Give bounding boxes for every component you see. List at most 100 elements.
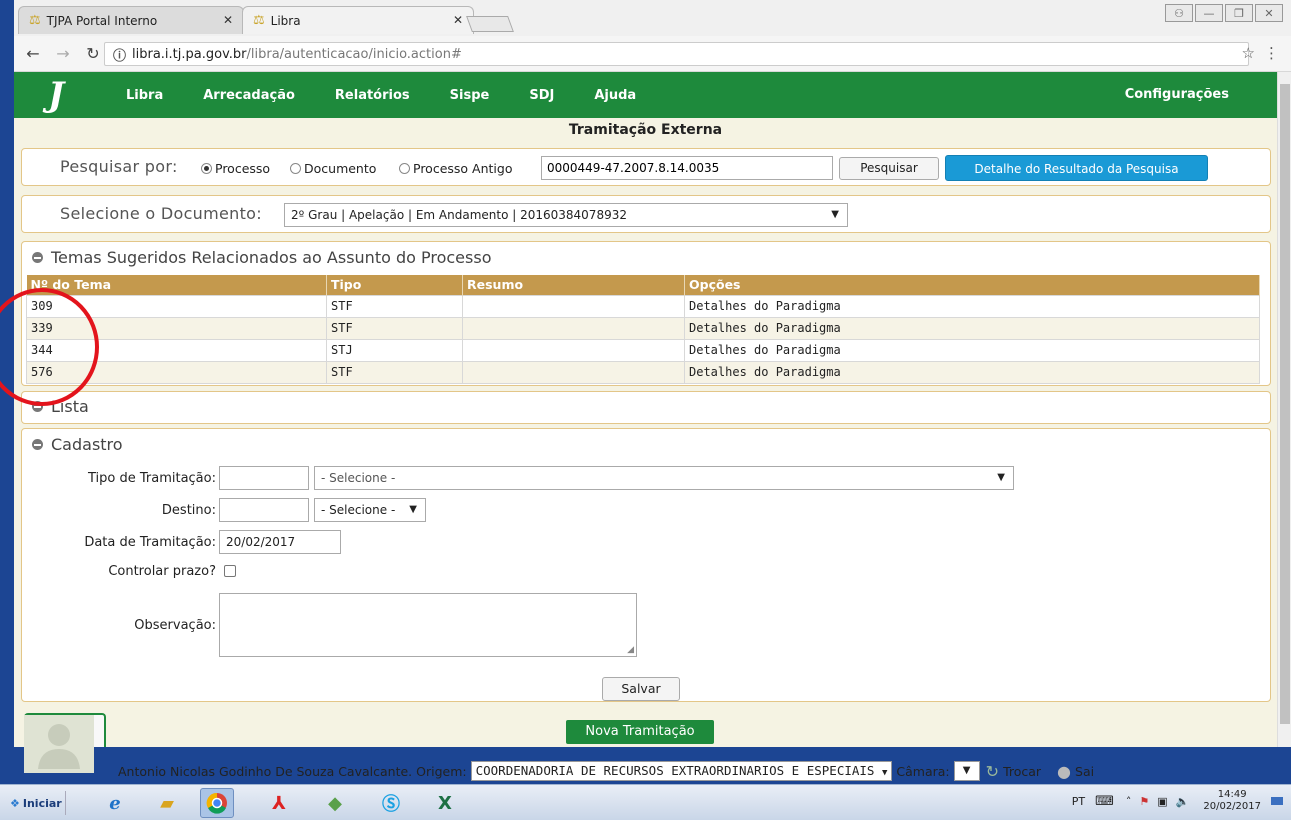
user-profile-icon[interactable]: ⚇ (1165, 4, 1193, 22)
nav-item-sispe[interactable]: Sispe (450, 88, 490, 103)
user-name: Antonio Nicolas Godinho De Souza Cavalca… (118, 763, 413, 779)
avatar (24, 715, 94, 773)
nav-item-configuracoes[interactable]: Configurações (1125, 87, 1229, 102)
tray-expand-icon[interactable]: ˄ (1126, 795, 1132, 808)
tema-resumo (462, 360, 685, 384)
column-header[interactable]: Tipo (326, 275, 463, 295)
internet-explorer-icon[interactable]: e (98, 788, 132, 818)
select-value: - Selecione - (321, 471, 396, 485)
collapse-icon (32, 252, 43, 263)
tab-tjpa-portal[interactable]: ⚖ TJPA Portal Interno ✕ (18, 6, 244, 34)
bookmark-star-icon[interactable]: ☆ (1242, 44, 1255, 62)
document-label: Selecione o Documento: (60, 204, 262, 223)
volume-icon[interactable]: 🔈 (1176, 795, 1190, 808)
processo-number-input[interactable] (541, 156, 833, 180)
observacao-label: Observação: (134, 618, 216, 633)
new-tab-button[interactable] (466, 16, 514, 32)
tema-tipo: STJ (326, 338, 463, 362)
menu-dots-icon[interactable]: ⋮ (1264, 44, 1279, 62)
save-button[interactable]: Salvar (602, 677, 680, 701)
tab-title: Libra (270, 13, 301, 28)
scrollbar-thumb[interactable] (1280, 84, 1290, 724)
dropdown-arrow-icon: ▼ (997, 472, 1005, 483)
destino-code-input[interactable] (219, 498, 309, 522)
sair-link[interactable]: Sai (1075, 764, 1094, 779)
nova-tramitacao-button[interactable]: Nova Tramitação (566, 720, 714, 744)
cadastro-section-header[interactable]: Cadastro (32, 435, 123, 454)
origem-select[interactable]: COORDENADORIA DE RECURSOS EXTRAORDINARIO… (470, 761, 893, 781)
observacao-textarea[interactable]: ◢ (219, 593, 637, 657)
page-scrollbar[interactable] (1277, 72, 1291, 747)
resize-grip-icon[interactable]: ◢ (627, 645, 634, 655)
tipo-tramitacao-select[interactable]: - Selecione - ▼ (314, 466, 1014, 490)
refresh-icon[interactable]: ↻ (986, 762, 999, 781)
controlar-prazo-checkbox[interactable] (224, 565, 236, 577)
tema-resumo (462, 338, 685, 362)
forward-icon[interactable]: → (52, 44, 74, 63)
nav-item-relatorios[interactable]: Relatórios (335, 88, 410, 103)
tema-resumo (462, 294, 685, 318)
folder-icon[interactable]: ▰ (150, 788, 184, 818)
flag-icon[interactable]: ⚑ (1139, 795, 1149, 808)
detalhes-paradigma-link[interactable]: Detalhes do Paradigma (684, 338, 1260, 362)
tab-libra[interactable]: ⚖ Libra ✕ (242, 6, 474, 34)
exit-icon[interactable]: ● (1057, 762, 1071, 781)
tema-tipo: STF (326, 360, 463, 384)
table-row: 344 STJ Detalhes do Paradigma (26, 338, 1260, 362)
show-desktop-button[interactable] (1271, 797, 1283, 805)
radio-processo[interactable]: Processo (201, 161, 270, 176)
scale-favicon-icon: ⚖ (29, 13, 41, 28)
table-row: 309 STF Detalhes do Paradigma (26, 294, 1260, 318)
keyboard-icon[interactable]: ⌨ (1095, 794, 1114, 809)
close-tab-icon[interactable]: ✕ (453, 13, 463, 27)
data-tramitacao-input[interactable]: 20/02/2017 (219, 530, 341, 554)
url-path: /libra/autenticacao/inicio.action# (246, 46, 462, 62)
start-button[interactable]: ❖ Iniciar (10, 791, 66, 815)
url-input[interactable]: ⓘ libra.i.tj.pa.gov.br/libra/autenticaca… (104, 42, 1249, 66)
skype-icon[interactable]: Ⓢ (374, 788, 408, 818)
nav-item-arrecadacao[interactable]: Arrecadação (203, 88, 295, 103)
libra-logo[interactable]: J (26, 75, 86, 115)
radio-icon (399, 163, 410, 174)
radio-documento[interactable]: Documento (290, 161, 376, 176)
files-icon[interactable]: ◆ (318, 788, 352, 818)
network-icon[interactable]: ▣ (1157, 795, 1167, 808)
section-title: Temas Sugeridos Relacionados ao Assunto … (51, 248, 492, 267)
detalhes-paradigma-link[interactable]: Detalhes do Paradigma (684, 316, 1260, 340)
radio-selected-icon (201, 163, 212, 174)
language-indicator[interactable]: PT (1072, 795, 1085, 808)
close-window-icon[interactable]: ✕ (1255, 4, 1283, 22)
column-header[interactable]: Opções (684, 275, 1260, 295)
select-value: - Selecione - (321, 503, 396, 517)
destino-select[interactable]: - Selecione - ▼ (314, 498, 426, 522)
annotation-circle (0, 288, 99, 406)
tipo-tramitacao-code-input[interactable] (219, 466, 309, 490)
chrome-icon[interactable] (200, 788, 234, 818)
url-host: libra.i.tj.pa.gov.br (132, 46, 247, 62)
nav-item-sdj[interactable]: SDJ (529, 88, 554, 103)
dropdown-arrow-icon: ▼ (409, 504, 417, 515)
clock[interactable]: 14:49 20/02/2017 (1203, 789, 1261, 813)
column-header[interactable]: Resumo (462, 275, 685, 295)
maximize-icon[interactable]: ❐ (1225, 4, 1253, 22)
radio-processo-antigo[interactable]: Processo Antigo (399, 161, 512, 176)
acrobat-icon[interactable]: ⅄ (262, 788, 296, 818)
tab-title: TJPA Portal Interno (46, 13, 158, 28)
search-detail-button[interactable]: Detalhe do Resultado da Pesquisa (945, 155, 1208, 181)
camara-select[interactable]: ▼ (953, 761, 980, 781)
detalhes-paradigma-link[interactable]: Detalhes do Paradigma (684, 360, 1260, 384)
search-button[interactable]: Pesquisar (839, 157, 939, 180)
reload-icon[interactable]: ↻ (82, 44, 104, 63)
info-icon[interactable]: ⓘ (113, 45, 126, 64)
document-select[interactable]: 2º Grau | Apelação | Em Andamento | 2016… (284, 203, 848, 227)
back-icon[interactable]: ← (22, 44, 44, 63)
temas-section-header[interactable]: Temas Sugeridos Relacionados ao Assunto … (32, 248, 491, 267)
excel-icon[interactable]: X (428, 788, 462, 818)
close-tab-icon[interactable]: ✕ (223, 13, 233, 27)
minimize-icon[interactable]: — (1195, 4, 1223, 22)
nav-item-ajuda[interactable]: Ajuda (594, 88, 636, 103)
detalhes-paradigma-link[interactable]: Detalhes do Paradigma (684, 294, 1260, 318)
trocar-link[interactable]: Trocar (1003, 764, 1041, 779)
nav-item-libra[interactable]: Libra (126, 88, 163, 103)
destino-label: Destino: (161, 503, 216, 518)
